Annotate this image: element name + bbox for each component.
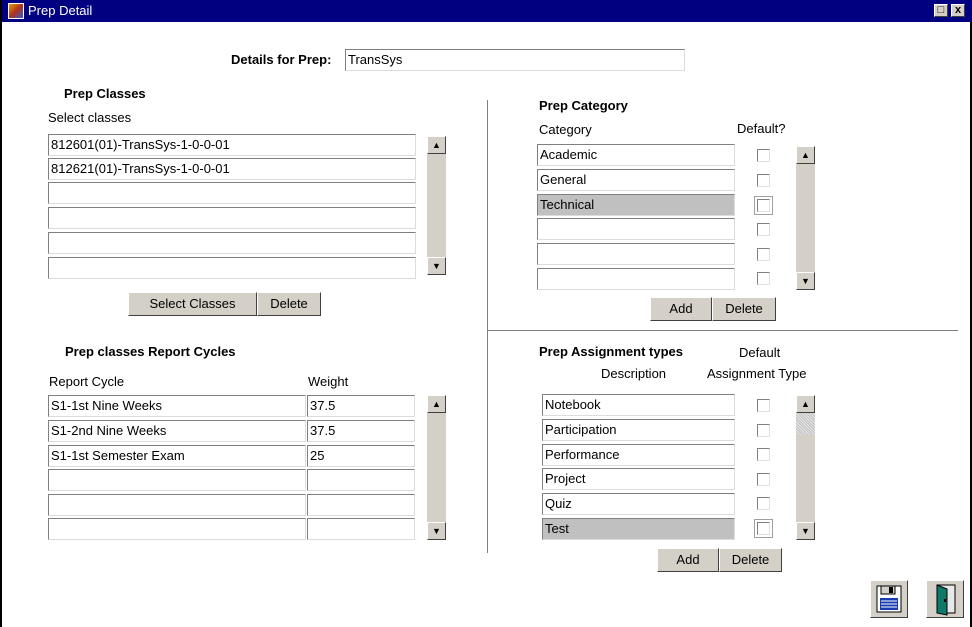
default-checkbox[interactable] [757, 248, 770, 261]
scroll-up-icon[interactable]: ▲ [796, 395, 815, 413]
default-assignment-checkbox[interactable] [757, 399, 770, 412]
scroll-up-icon[interactable]: ▲ [796, 146, 815, 164]
default-checkbox[interactable] [757, 223, 770, 236]
restore-button[interactable]: □ [934, 4, 948, 17]
default-assignment-checkbox[interactable] [754, 519, 773, 538]
category-row[interactable]: General [537, 169, 735, 191]
scroll-down-icon[interactable]: ▼ [796, 272, 815, 290]
default-checkbox[interactable] [757, 272, 770, 285]
assignment-type-row[interactable]: Notebook [542, 394, 735, 416]
app-icon [8, 3, 24, 19]
report-cycle-cell[interactable] [48, 469, 306, 491]
report-cycle-cell[interactable] [48, 494, 306, 516]
category-scrollbar[interactable]: ▲ ▼ [796, 146, 815, 290]
category-row[interactable] [537, 243, 735, 265]
weight-cell[interactable] [307, 469, 415, 491]
default-assignment-checkbox[interactable] [757, 448, 770, 461]
scroll-up-icon[interactable]: ▲ [427, 136, 446, 154]
add-category-button[interactable]: Add [650, 297, 712, 321]
prep-detail-window: Prep Detail □ x Details for Prep: TransS… [0, 0, 972, 627]
assignment-scrollbar[interactable]: ▲ ▼ [796, 395, 815, 540]
scroll-down-icon[interactable]: ▼ [427, 522, 446, 540]
weight-column-header: Weight [308, 374, 349, 389]
default-assignment-checkbox[interactable] [757, 497, 770, 510]
classes-scrollbar[interactable]: ▲ ▼ [427, 136, 446, 275]
delete-category-button[interactable]: Delete [712, 297, 776, 321]
prep-label: Details for Prep: [231, 52, 332, 67]
category-row[interactable] [537, 268, 735, 290]
delete-assignment-button[interactable]: Delete [719, 548, 782, 572]
class-row[interactable] [48, 257, 416, 279]
assignment-type-row[interactable]: Quiz [542, 493, 735, 515]
add-assignment-button[interactable]: Add [657, 548, 719, 572]
weight-cell[interactable]: 37.5 [307, 420, 415, 442]
category-row[interactable]: Academic [537, 144, 735, 166]
weight-cell[interactable] [307, 494, 415, 516]
select-classes-label: Select classes [48, 110, 132, 125]
select-classes-button[interactable]: Select Classes [128, 292, 257, 316]
scroll-down-icon[interactable]: ▼ [427, 257, 446, 275]
category-row[interactable] [537, 218, 735, 240]
weight-cell[interactable]: 25 [307, 445, 415, 467]
assignment-type-row[interactable]: Performance [542, 444, 735, 466]
vertical-divider [487, 100, 488, 553]
assignment-type-row[interactable]: Participation [542, 419, 735, 441]
scroll-up-icon[interactable]: ▲ [427, 395, 446, 413]
prep-name-field[interactable]: TransSys [345, 49, 685, 71]
report-cycle-cell[interactable]: S1-2nd Nine Weeks [48, 420, 306, 442]
class-row[interactable] [48, 207, 416, 229]
save-button[interactable] [870, 580, 908, 618]
delete-classes-button[interactable]: Delete [257, 292, 321, 316]
default-checkbox[interactable] [754, 196, 773, 215]
exit-button[interactable] [926, 580, 964, 618]
prep-category-heading: Prep Category [539, 98, 628, 113]
horizontal-divider [488, 330, 958, 331]
report-cycle-cell[interactable]: S1-1st Nine Weeks [48, 395, 306, 417]
exit-door-icon [936, 584, 956, 616]
class-row[interactable] [48, 182, 416, 204]
class-row[interactable] [48, 232, 416, 254]
close-button[interactable]: x [951, 4, 965, 17]
window-title: Prep Detail [28, 3, 93, 18]
class-row[interactable]: 812621(01)-TransSys-1-0-0-01 [48, 158, 416, 180]
prep-classes-heading: Prep Classes [64, 86, 146, 101]
category-row-selected[interactable]: Technical [537, 194, 735, 216]
description-column-header: Description [601, 366, 667, 381]
assignment-type-row[interactable]: Project [542, 468, 735, 490]
report-cycle-cell[interactable] [48, 518, 306, 540]
category-column-header: Category [539, 122, 592, 137]
scroll-down-icon[interactable]: ▼ [796, 522, 815, 540]
report-cycles-heading: Prep classes Report Cycles [65, 344, 236, 359]
weight-cell[interactable] [307, 518, 415, 540]
report-cycle-cell[interactable]: S1-1st Semester Exam [48, 445, 306, 467]
title-bar: Prep Detail □ x [2, 0, 972, 22]
report-cycle-column-header: Report Cycle [49, 374, 125, 389]
assignment-types-heading: Prep Assignment types [539, 344, 684, 359]
assignment-type-row-selected[interactable]: Test [542, 518, 735, 540]
default-assignment-checkbox[interactable] [757, 424, 770, 437]
default-header-line1: Default [739, 345, 781, 360]
scroll-thumb[interactable] [796, 413, 815, 435]
default-checkbox[interactable] [757, 174, 770, 187]
weight-cell[interactable]: 37.5 [307, 395, 415, 417]
default-column-header: Default? [737, 121, 786, 136]
class-row[interactable]: 812601(01)-TransSys-1-0-0-01 [48, 134, 416, 156]
save-icon [876, 585, 902, 613]
default-checkbox[interactable] [757, 149, 770, 162]
cycles-scrollbar[interactable]: ▲ ▼ [427, 395, 446, 540]
default-assignment-checkbox[interactable] [757, 473, 770, 486]
assignment-type-header: Assignment Type [707, 366, 807, 381]
